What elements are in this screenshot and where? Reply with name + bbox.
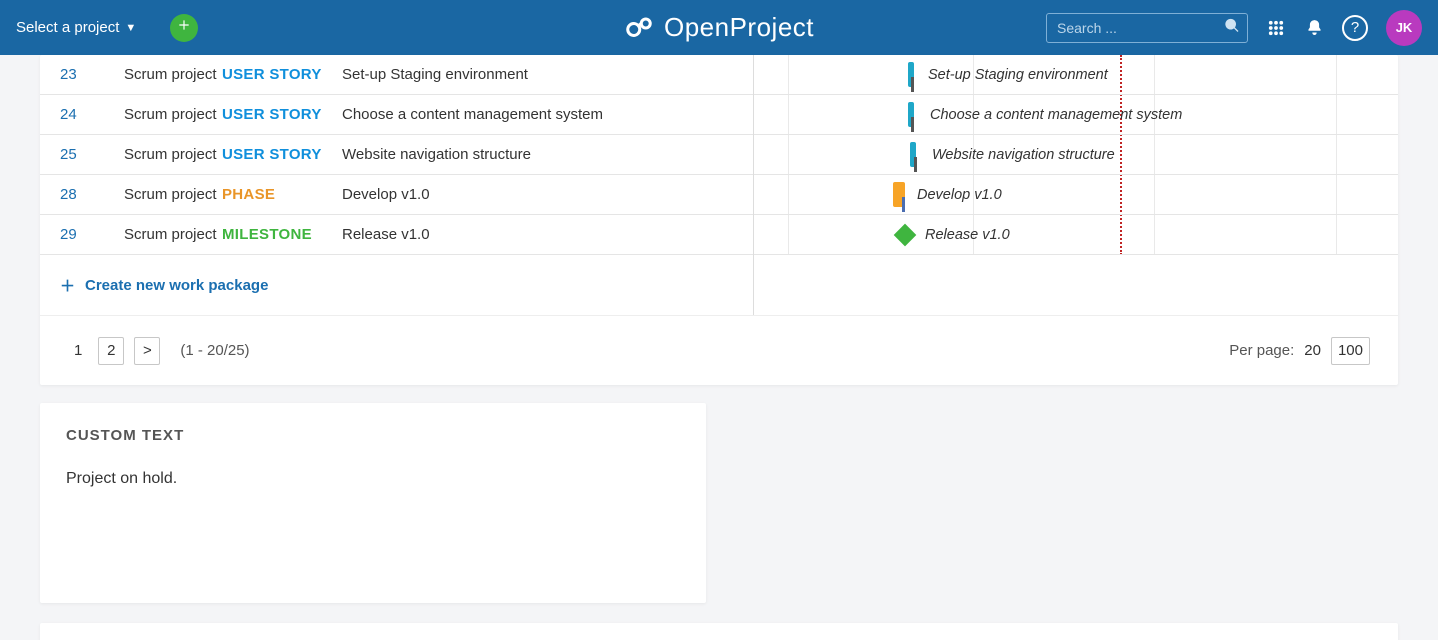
custom-text-title: CUSTOM TEXT — [66, 427, 680, 444]
page-body: 23Scrum projectUSER STORYSet-up Staging … — [0, 55, 1438, 640]
project-selector[interactable]: Select a project ▼ — [16, 19, 136, 36]
project-selector-label: Select a project — [16, 19, 119, 36]
per-page-current: 20 — [1304, 342, 1321, 359]
wp-project: Scrum project — [124, 226, 222, 243]
wp-type: USER STORY — [222, 66, 342, 83]
wp-subject[interactable]: Develop v1.0 — [342, 186, 753, 203]
search-icon[interactable] — [1224, 17, 1240, 38]
work-package-card: 23Scrum projectUSER STORYSet-up Staging … — [40, 55, 1398, 385]
gantt-row[interactable]: Choose a content management system — [754, 95, 1398, 135]
blank-widget — [40, 623, 1398, 640]
gantt-label: Release v1.0 — [925, 227, 1010, 243]
custom-text-body: Project on hold. — [66, 470, 680, 488]
create-work-package-link[interactable]: ＋ Create new work package — [40, 255, 753, 315]
add-button[interactable] — [170, 14, 198, 42]
wp-project: Scrum project — [124, 146, 222, 163]
wp-project: Scrum project — [124, 66, 222, 83]
wp-id-link[interactable]: 28 — [60, 186, 124, 203]
pagination-page[interactable]: 2 — [98, 337, 124, 365]
work-package-table: 23Scrum projectUSER STORYSet-up Staging … — [40, 55, 754, 315]
wp-type: USER STORY — [222, 106, 342, 123]
bell-icon[interactable] — [1304, 18, 1324, 38]
table-row[interactable]: 29Scrum projectMILESTONERelease v1.0 — [40, 215, 753, 255]
wp-id-link[interactable]: 23 — [60, 66, 124, 83]
pagination-current-page: 1 — [68, 342, 88, 359]
pagination-left: 1 2 > (1 - 20/25) — [68, 337, 250, 365]
help-icon[interactable]: ? — [1342, 15, 1368, 41]
wp-project: Scrum project — [124, 106, 222, 123]
gantt-label: Set-up Staging environment — [928, 67, 1108, 83]
wp-type: USER STORY — [222, 146, 342, 163]
pagination-range: (1 - 20/25) — [180, 342, 249, 359]
gantt-row[interactable]: Set-up Staging environment — [754, 55, 1398, 95]
gantt-row[interactable]: Develop v1.0 — [754, 175, 1398, 215]
create-work-package-label: Create new work package — [85, 277, 268, 294]
wp-subject[interactable]: Choose a content management system — [342, 106, 753, 123]
wp-subject[interactable]: Release v1.0 — [342, 226, 753, 243]
topbar-right: ? JK — [1046, 10, 1422, 46]
brand-logo-icon — [624, 13, 654, 43]
gantt-progress-marker — [914, 157, 917, 172]
plus-icon — [177, 18, 191, 37]
table-row[interactable]: 25Scrum projectUSER STORYWebsite navigat… — [40, 135, 753, 175]
table-row[interactable]: 28Scrum projectPHASEDevelop v1.0 — [40, 175, 753, 215]
wp-subject[interactable]: Set-up Staging environment — [342, 66, 753, 83]
wp-id-link[interactable]: 25 — [60, 146, 124, 163]
apps-icon[interactable] — [1266, 18, 1286, 38]
wp-project: Scrum project — [124, 186, 222, 203]
search-input[interactable] — [1046, 13, 1248, 43]
avatar[interactable]: JK — [1386, 10, 1422, 46]
gantt-progress-marker — [902, 197, 905, 212]
table-row[interactable]: 23Scrum projectUSER STORYSet-up Staging … — [40, 55, 753, 95]
custom-text-widget: CUSTOM TEXT Project on hold. — [40, 403, 706, 603]
gantt-row[interactable]: Website navigation structure — [754, 135, 1398, 175]
wp-type: PHASE — [222, 186, 342, 203]
gantt-progress-marker — [911, 77, 914, 92]
pagination-bar: 1 2 > (1 - 20/25) Per page: 20 100 — [40, 315, 1398, 385]
brand: OpenProject — [624, 12, 814, 43]
gantt-milestone-diamond[interactable] — [894, 224, 917, 247]
wp-id-link[interactable]: 24 — [60, 106, 124, 123]
gantt-padding — [754, 255, 1398, 315]
gantt-label: Website navigation structure — [932, 147, 1115, 163]
avatar-initials: JK — [1396, 20, 1413, 35]
table-row[interactable]: 24Scrum projectUSER STORYChoose a conten… — [40, 95, 753, 135]
per-page-label: Per page: — [1229, 342, 1294, 359]
top-bar: Select a project ▼ OpenProject ? JK — [0, 0, 1438, 55]
gantt-chart: Set-up Staging environment Choose a conte… — [754, 55, 1398, 315]
plus-icon: ＋ — [60, 275, 75, 296]
brand-name: OpenProject — [664, 12, 814, 43]
pagination-next[interactable]: > — [134, 337, 160, 365]
gantt-progress-marker — [911, 117, 914, 132]
wp-id-link[interactable]: 29 — [60, 226, 124, 243]
wp-subject[interactable]: Website navigation structure — [342, 146, 753, 163]
per-page-option[interactable]: 100 — [1331, 337, 1370, 365]
gantt-row[interactable]: Release v1.0 — [754, 215, 1398, 255]
pagination-right: Per page: 20 100 — [1229, 337, 1370, 365]
gantt-label: Choose a content management system — [930, 107, 1182, 123]
wp-type: MILESTONE — [222, 226, 342, 243]
caret-down-icon: ▼ — [125, 22, 136, 34]
search-wrap — [1046, 13, 1248, 43]
gantt-label: Develop v1.0 — [917, 187, 1002, 203]
